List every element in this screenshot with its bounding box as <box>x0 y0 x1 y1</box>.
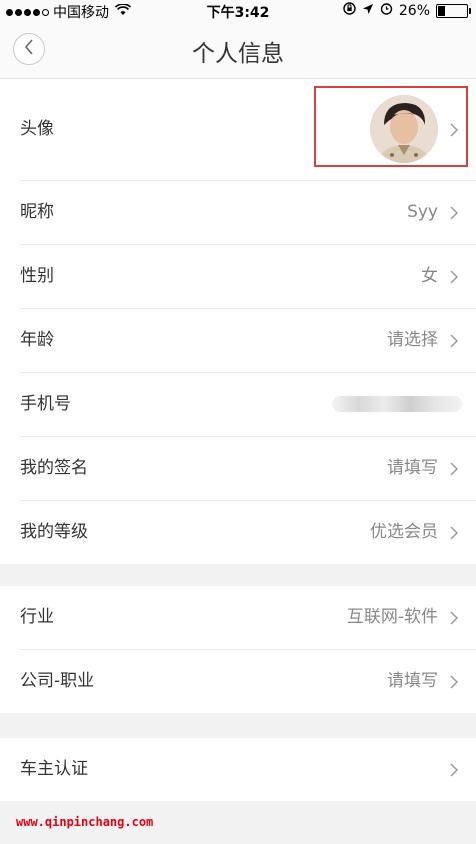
orientation-lock-icon <box>343 2 356 19</box>
chevron-right-icon <box>450 650 458 713</box>
status-bar: 中国移动 下午3:42 26% <box>0 0 476 22</box>
company-value: 请填写 <box>387 671 438 691</box>
car-owner-label: 车主认证 <box>20 759 88 779</box>
signature-label: 我的签名 <box>20 458 88 478</box>
company-row[interactable]: 公司-职业 请填写 <box>20 650 476 713</box>
battery-fill <box>438 5 445 16</box>
chevron-right-icon <box>450 738 458 801</box>
chevron-right-icon <box>450 309 458 372</box>
nickname-row[interactable]: 昵称 Syy <box>20 181 476 245</box>
chevron-right-icon <box>450 79 458 180</box>
signature-row[interactable]: 我的签名 请填写 <box>20 437 476 501</box>
chevron-right-icon <box>450 586 458 649</box>
chevron-right-icon <box>450 181 458 244</box>
industry-label: 行业 <box>20 607 54 627</box>
gender-label: 性别 <box>20 266 54 286</box>
gender-value: 女 <box>421 266 438 286</box>
industry-row[interactable]: 行业 互联网-软件 <box>20 586 476 650</box>
industry-value: 互联网-软件 <box>346 607 438 627</box>
level-value: 优选会员 <box>370 522 438 542</box>
avatar-row[interactable]: 头像 <box>20 79 476 181</box>
battery-icon <box>436 3 471 18</box>
alarm-icon <box>380 2 393 19</box>
work-group: 行业 互联网-软件 公司-职业 请填写 <box>0 586 476 713</box>
signature-value: 请填写 <box>387 458 438 478</box>
chevron-right-icon <box>450 501 458 564</box>
age-label: 年龄 <box>20 330 54 350</box>
profile-group: 头像 昵称 Syy 性别 女 年龄 请选择 手机号 我的签名 请填写 我的等级 … <box>0 79 476 564</box>
avatar-label: 头像 <box>20 119 54 139</box>
phone-value-blurred <box>332 396 462 412</box>
location-icon <box>362 3 374 19</box>
nickname-label: 昵称 <box>20 202 54 222</box>
chevron-right-icon <box>450 245 458 308</box>
watermark-text: www.qinpinchang.com <box>16 815 154 829</box>
phone-label: 手机号 <box>20 394 71 414</box>
level-label: 我的等级 <box>20 522 88 542</box>
level-row[interactable]: 我的等级 优选会员 <box>20 501 476 564</box>
gender-row[interactable]: 性别 女 <box>20 245 476 309</box>
battery-percent: 26% <box>398 2 430 19</box>
nav-bar: 个人信息 <box>0 22 476 79</box>
car-group: 车主认证 <box>0 738 476 801</box>
nickname-value: Syy <box>407 202 438 222</box>
page-title: 个人信息 <box>192 41 284 67</box>
car-owner-row[interactable]: 车主认证 <box>20 738 476 801</box>
status-right: 26% <box>343 2 471 19</box>
avatar[interactable] <box>370 95 438 163</box>
chevron-right-icon <box>450 437 458 500</box>
age-value: 请选择 <box>387 330 438 350</box>
company-label: 公司-职业 <box>20 671 95 691</box>
phone-row[interactable]: 手机号 <box>20 373 476 437</box>
age-row[interactable]: 年龄 请选择 <box>20 309 476 373</box>
